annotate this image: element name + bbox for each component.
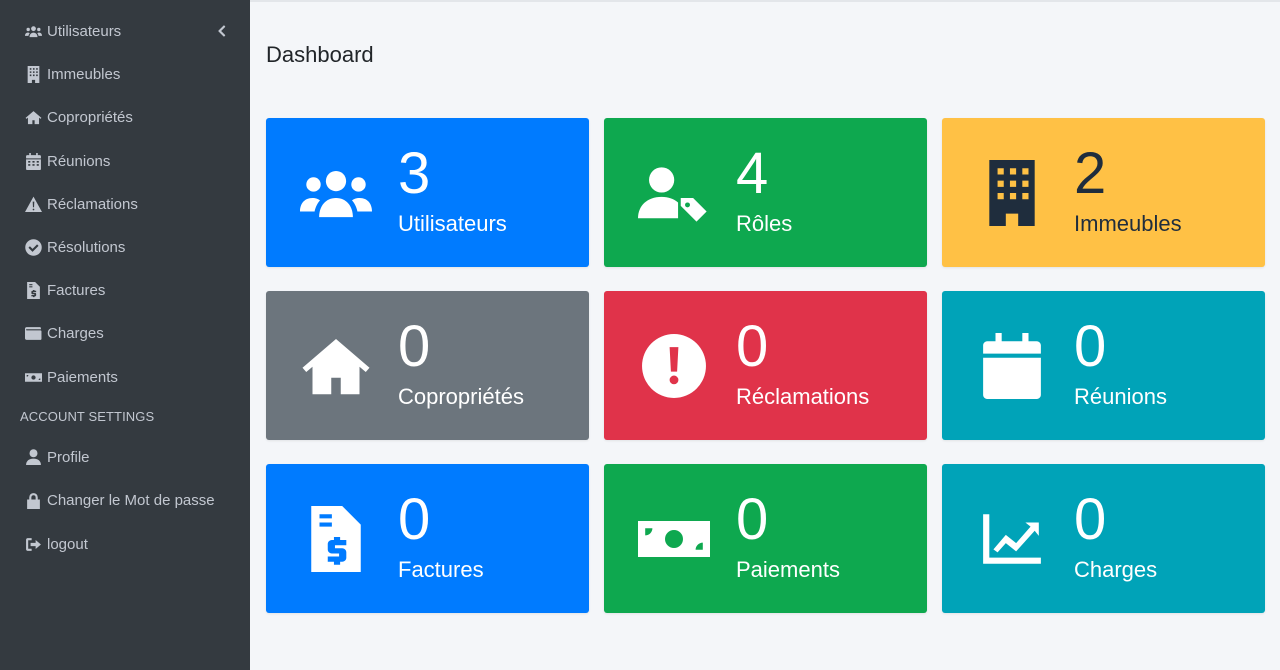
sidebar-item-profile[interactable]: Profile (0, 437, 250, 477)
sidebar-item-label: Profile (47, 448, 90, 466)
card-factures[interactable]: 0 Factures (266, 464, 589, 613)
card-paiements[interactable]: 0 Paiements (604, 464, 927, 613)
home-icon (296, 331, 376, 401)
exclamation-circle-icon (634, 331, 714, 401)
user-tag-icon (634, 158, 714, 228)
sidebar: Utilisateurs Immeubles Copropriétés Réun… (0, 0, 250, 670)
card-value: 3 (398, 141, 431, 206)
sidebar-item-reunions[interactable]: Réunions (0, 141, 250, 181)
card-label: Utilisateurs (398, 211, 507, 236)
card-label: Réclamations (736, 384, 870, 409)
sidebar-item-label: Immeubles (47, 65, 121, 83)
sidebar-item-paiements[interactable]: Paiements (0, 357, 250, 397)
sidebar-item-change-password[interactable]: Changer le Mot de passe (0, 480, 250, 520)
card-label: Rôles (736, 211, 793, 236)
card-label: Immeubles (1074, 211, 1182, 236)
wallet-icon (24, 324, 42, 342)
sign-out-icon (24, 535, 42, 553)
sidebar-item-label: Factures (47, 281, 106, 299)
building-icon (24, 65, 42, 83)
sidebar-item-label: Copropriétés (47, 108, 133, 126)
card-value: 0 (398, 314, 431, 379)
sidebar-item-label: Réclamations (47, 195, 138, 213)
sidebar-item-immeubles[interactable]: Immeubles (0, 54, 250, 94)
card-value: 4 (736, 141, 769, 206)
card-label: Factures (398, 557, 484, 582)
money-bill-icon (24, 368, 42, 386)
sidebar-item-label: Changer le Mot de passe (47, 491, 215, 509)
sidebar-item-charges[interactable]: Charges (0, 313, 250, 353)
card-immeubles[interactable]: 2 Immeubles (942, 118, 1265, 267)
card-value: 0 (736, 314, 769, 379)
card-label: Charges (1074, 557, 1158, 582)
users-icon (296, 158, 376, 228)
sidebar-item-label: Utilisateurs (47, 22, 122, 40)
chart-line-icon (972, 504, 1052, 574)
sidebar-item-label: Charges (47, 324, 104, 342)
sidebar-item-reclamations[interactable]: Réclamations (0, 184, 250, 224)
card-charges[interactable]: 0 Charges (942, 464, 1265, 613)
warning-icon (24, 195, 42, 213)
sidebar-item-label: Résolutions (47, 238, 126, 256)
card-roles[interactable]: 4 Rôles (604, 118, 927, 267)
home-icon (24, 108, 42, 126)
card-label: Réunions (1074, 384, 1167, 409)
card-reclamations[interactable]: 0 Réclamations (604, 291, 927, 440)
building-icon (972, 158, 1052, 228)
sidebar-item-logout[interactable]: logout (0, 524, 250, 564)
page-title: Dashboard (266, 42, 374, 67)
card-label: Copropriétés (398, 384, 524, 409)
card-value: 0 (398, 487, 431, 552)
card-value: 2 (1074, 141, 1107, 206)
calendar-icon (24, 152, 42, 170)
calendar-icon (972, 331, 1052, 401)
card-value: 0 (1074, 487, 1107, 552)
card-utilisateurs[interactable]: 3 Utilisateurs (266, 118, 589, 267)
sidebar-item-utilisateurs[interactable]: Utilisateurs (0, 11, 250, 51)
chevron-left-icon[interactable] (216, 24, 228, 38)
sidebar-item-factures[interactable]: Factures (0, 270, 250, 310)
sidebar-item-label: Réunions (47, 152, 111, 170)
card-reunions[interactable]: 0 Réunions (942, 291, 1265, 440)
card-value: 0 (1074, 314, 1107, 379)
invoice-icon (24, 281, 42, 299)
users-icon (24, 22, 42, 40)
sidebar-item-coproprietes[interactable]: Copropriétés (0, 97, 250, 137)
sidebar-item-label: logout (47, 535, 88, 553)
sidebar-item-resolutions[interactable]: Résolutions (0, 227, 250, 267)
lock-icon (24, 491, 42, 509)
sidebar-item-label: Paiements (47, 368, 118, 386)
account-settings-header: ACCOUNT SETTINGS (20, 409, 155, 424)
check-circle-icon (24, 238, 42, 256)
money-bill-icon (634, 504, 714, 574)
card-coproprietes[interactable]: 0 Copropriétés (266, 291, 589, 440)
top-divider (250, 0, 1280, 2)
user-icon (24, 448, 42, 466)
card-value: 0 (736, 487, 769, 552)
invoice-dollar-icon (296, 504, 376, 574)
card-label: Paiements (736, 557, 840, 582)
